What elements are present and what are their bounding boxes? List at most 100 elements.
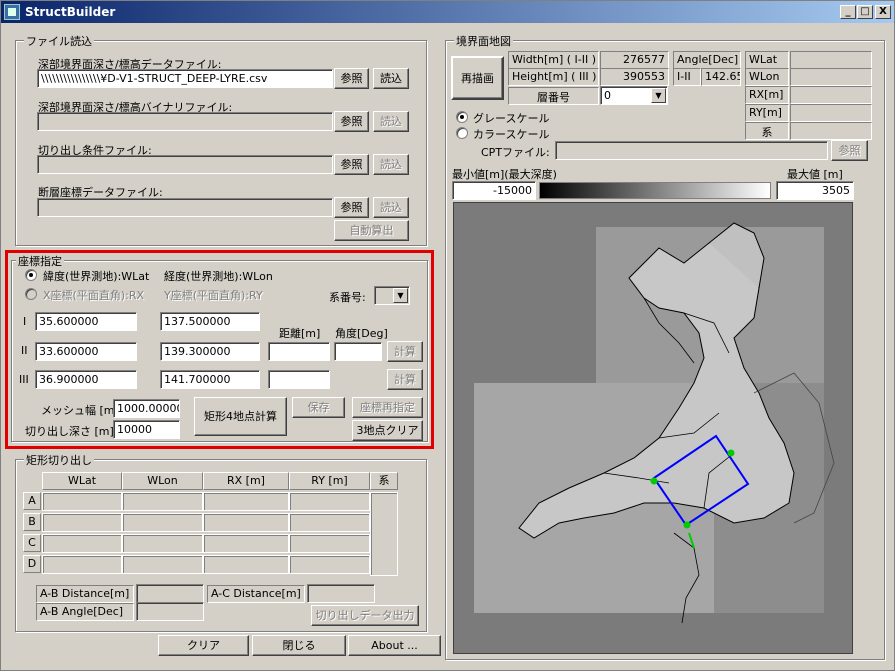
cpt-field[interactable] xyxy=(555,141,828,160)
depth-input[interactable]: 10000 xyxy=(113,420,180,439)
cell-d-ry[interactable] xyxy=(289,555,370,574)
deep-bin-browse-button[interactable]: 参照 xyxy=(334,111,369,132)
ry-label: RY[m] xyxy=(745,104,789,122)
row3-calc-button[interactable]: 計算 xyxy=(387,369,423,390)
xy-radio-label[interactable]: X座標(平面直角):RX xyxy=(43,287,144,303)
fault-browse-button[interactable]: 参照 xyxy=(334,197,369,218)
colorscale-radio[interactable] xyxy=(456,127,468,139)
cell-d-rx[interactable] xyxy=(203,555,289,574)
layer-combo[interactable]: 0 ▼ xyxy=(600,86,668,105)
mesh-input[interactable]: 1000.000000 xyxy=(113,399,180,418)
row2-lat-input[interactable]: 33.600000 xyxy=(35,342,137,361)
recoord-button[interactable]: 座標再指定 xyxy=(352,397,423,418)
lon-label: 経度(世界測地):WLon xyxy=(164,270,273,283)
colorscale-radio-label[interactable]: カラースケール xyxy=(473,126,549,142)
title-bar[interactable]: StructBuilder _ □ X xyxy=(1,1,894,23)
kei-label: 系 xyxy=(745,122,789,140)
kei-value xyxy=(790,122,872,140)
cell-a-ry[interactable] xyxy=(289,492,370,511)
chevron-down-icon[interactable]: ▼ xyxy=(651,88,666,103)
save-button[interactable]: 保存 xyxy=(292,397,345,418)
wlon-value xyxy=(790,68,872,86)
minimize-button[interactable]: _ xyxy=(840,5,856,19)
grid-row-b: B xyxy=(23,513,41,531)
row2-label: II xyxy=(21,344,28,357)
deep-bin-field[interactable] xyxy=(37,112,333,131)
cell-a-wlat[interactable] xyxy=(42,492,122,511)
grid-row-a: A xyxy=(23,492,41,510)
row1-label: I xyxy=(23,315,27,328)
cut-cond-load-button[interactable]: 読込 xyxy=(373,154,409,175)
angle-dec-label: Angle[Dec] xyxy=(673,51,741,69)
rx-label: RX[m] xyxy=(745,86,789,104)
auto-calc-button[interactable]: 自動算出 xyxy=(334,220,409,241)
max-input[interactable]: 3505 xyxy=(776,181,854,200)
angle-sub-label: I-II xyxy=(673,68,701,86)
cell-b-wlat[interactable] xyxy=(42,513,122,532)
grayscale-radio[interactable] xyxy=(456,111,468,123)
cell-b-rx[interactable] xyxy=(203,513,289,532)
row2-calc-button[interactable]: 計算 xyxy=(387,341,423,362)
depth-map-svg xyxy=(454,203,852,653)
chevron-down-icon[interactable]: ▼ xyxy=(393,288,408,303)
grid-header-wlat: WLat xyxy=(42,472,122,490)
about-button[interactable]: About ... xyxy=(348,635,441,656)
row3-lon-input[interactable]: 141.700000 xyxy=(160,370,260,389)
grayscale-gradient-bar xyxy=(539,182,771,199)
ac-distance-label: A-C Distance[m] xyxy=(207,585,305,603)
min-input[interactable]: -15000 xyxy=(452,181,536,200)
row3-distance-input[interactable] xyxy=(268,370,330,389)
ab-distance-field xyxy=(136,584,204,603)
deep-csv-load-button[interactable]: 読込 xyxy=(373,68,409,89)
latlon-radio-label[interactable]: 緯度(世界測地):WLat xyxy=(43,268,149,284)
row3-lat-input[interactable]: 36.900000 xyxy=(35,370,137,389)
row1-lat-input[interactable]: 35.600000 xyxy=(35,312,137,331)
grayscale-radio-label[interactable]: グレースケール xyxy=(473,110,549,126)
cell-d-wlat[interactable] xyxy=(42,555,122,574)
redraw-button[interactable]: 再描画 xyxy=(451,56,504,100)
cell-c-rx[interactable] xyxy=(203,534,289,553)
row1-lon-input[interactable]: 137.500000 xyxy=(160,312,260,331)
cell-b-wlon[interactable] xyxy=(122,513,203,532)
deep-csv-browse-button[interactable]: 参照 xyxy=(334,68,369,89)
cell-b-ry[interactable] xyxy=(289,513,370,532)
window-title: StructBuilder xyxy=(25,5,116,19)
row2-lon-input[interactable]: 139.300000 xyxy=(160,342,260,361)
close-button[interactable]: X xyxy=(875,5,891,19)
rect-calc-button[interactable]: 矩形4地点計算 xyxy=(194,397,287,436)
wlat-label: WLat xyxy=(745,51,789,69)
cell-d-wlon[interactable] xyxy=(122,555,203,574)
cell-c-ry[interactable] xyxy=(289,534,370,553)
cell-kei-column[interactable] xyxy=(370,492,398,576)
cell-c-wlat[interactable] xyxy=(42,534,122,553)
grid-header-wlon: WLon xyxy=(122,472,203,490)
grid-header-ry: RY [m] xyxy=(289,472,370,490)
fault-load-button[interactable]: 読込 xyxy=(373,197,409,218)
close-app-button[interactable]: 閉じる xyxy=(252,635,346,656)
cell-c-wlon[interactable] xyxy=(122,534,203,553)
ry-value xyxy=(790,104,872,122)
row2-angle-input[interactable] xyxy=(334,342,382,361)
row2-distance-input[interactable] xyxy=(268,342,330,361)
clear3-button[interactable]: 3地点クリア xyxy=(352,420,423,441)
layer-label: 層番号 xyxy=(508,87,599,105)
cell-a-rx[interactable] xyxy=(203,492,289,511)
map-group-title: 境界面地図 xyxy=(454,33,513,49)
ab-distance-label: A-B Distance[m] xyxy=(36,585,134,603)
cut-cond-field[interactable] xyxy=(37,155,333,174)
system-combo[interactable]: ▼ xyxy=(374,286,410,305)
export-button[interactable]: 切り出しデータ出力 xyxy=(311,605,419,626)
latlon-radio[interactable] xyxy=(25,269,37,281)
cpt-browse-button[interactable]: 参照 xyxy=(831,140,868,161)
clear-button[interactable]: クリア xyxy=(158,635,249,656)
maximize-button[interactable]: □ xyxy=(857,5,873,19)
cut-cond-browse-button[interactable]: 参照 xyxy=(334,154,369,175)
width-label: Width[m] ( I-II ) xyxy=(508,51,599,69)
mesh-label: メッシュ幅 [m] xyxy=(41,404,119,417)
xy-radio[interactable] xyxy=(25,288,37,300)
depth-map-canvas[interactable] xyxy=(453,202,853,654)
deep-bin-load-button[interactable]: 読込 xyxy=(373,111,409,132)
cell-a-wlon[interactable] xyxy=(122,492,203,511)
fault-field[interactable] xyxy=(37,198,333,217)
deep-csv-field[interactable]: \\\\\\\\\\\\\\\\¥D-V1-STRUCT_DEEP-LYRE.c… xyxy=(37,69,333,88)
